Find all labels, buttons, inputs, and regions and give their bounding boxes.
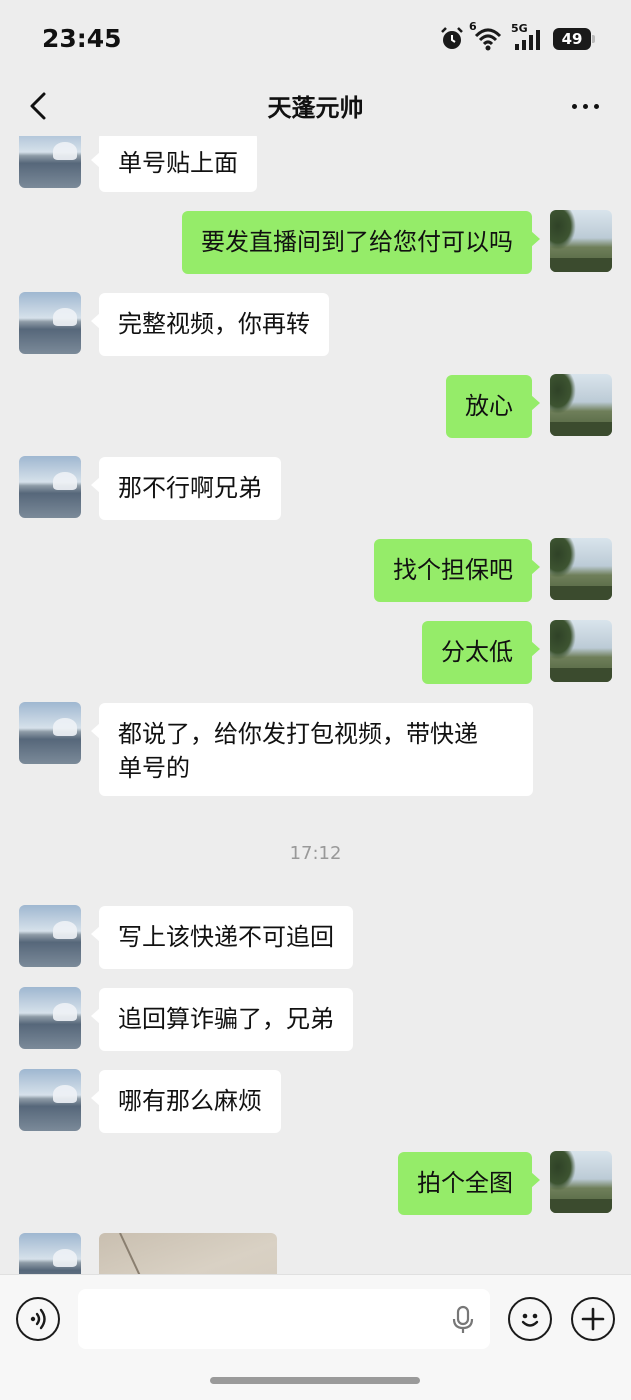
message-row: 分太低 xyxy=(0,620,631,684)
user-avatar[interactable] xyxy=(550,374,612,436)
message-row: 写上该快递不可追回 xyxy=(0,905,631,969)
message-row: 拍个全图 xyxy=(0,1151,631,1215)
nav-bar: 天蓬元帅 xyxy=(0,76,631,136)
message-bubble[interactable]: 追回算诈骗了，兄弟 xyxy=(91,988,353,1051)
message-bubble[interactable]: 分太低 xyxy=(422,621,540,684)
contact-avatar[interactable] xyxy=(19,136,81,188)
message-bubble[interactable]: 单号贴上面 xyxy=(91,136,257,192)
emoji-button[interactable] xyxy=(508,1297,552,1341)
plus-icon xyxy=(581,1307,605,1331)
contact-avatar[interactable] xyxy=(19,987,81,1049)
status-bar: 23:45 6 5G 49 xyxy=(0,0,631,76)
message-bubble[interactable]: 哪有那么麻烦 xyxy=(91,1070,281,1133)
message-row: 哪有那么麻烦 xyxy=(0,1069,631,1133)
input-bar xyxy=(0,1274,631,1400)
user-avatar[interactable] xyxy=(550,620,612,682)
message-bubble[interactable]: 放心 xyxy=(446,375,540,438)
wifi-label: 6 xyxy=(469,20,477,33)
message-row: 单号贴上面 xyxy=(0,136,631,196)
contact-avatar[interactable] xyxy=(19,456,81,518)
more-dots-icon xyxy=(571,103,577,109)
timestamp: 17:12 xyxy=(289,843,342,864)
alarm-icon xyxy=(441,27,463,49)
battery-icon: 49 xyxy=(553,28,595,50)
microphone-icon[interactable] xyxy=(450,1305,476,1335)
contact-avatar[interactable] xyxy=(19,1069,81,1131)
message-row: 完整视频，你再转 xyxy=(0,292,631,356)
message-bubble[interactable]: 拍个全图 xyxy=(398,1152,540,1215)
message-row: 都说了，给你发打包视频，带快递 单号的 xyxy=(0,702,631,798)
user-avatar[interactable] xyxy=(550,1151,612,1213)
contact-avatar[interactable] xyxy=(19,905,81,967)
message-row: 放心 xyxy=(0,374,631,438)
message-input[interactable] xyxy=(78,1289,490,1349)
contact-avatar[interactable] xyxy=(19,292,81,354)
message-bubble[interactable]: 找个担保吧 xyxy=(374,539,540,602)
plus-button[interactable] xyxy=(571,1297,615,1341)
home-indicator[interactable] xyxy=(210,1377,420,1384)
voice-icon xyxy=(30,1308,46,1330)
chat-title: 天蓬元帅 xyxy=(267,94,364,122)
battery-level: 49 xyxy=(561,30,583,48)
message-bubble[interactable]: 完整视频，你再转 xyxy=(91,293,329,356)
voice-button[interactable] xyxy=(16,1297,60,1341)
signal-icon: 5G xyxy=(511,22,545,52)
status-time: 23:45 xyxy=(42,24,122,53)
message-row: 要发直播间到了给您付可以吗 xyxy=(0,210,631,274)
chat-area[interactable]: 单号贴上面 要发直播间到了给您付可以吗 完整视频，你再转 放心 那不行啊兄弟 找… xyxy=(0,136,631,1274)
message-bubble[interactable]: 要发直播间到了给您付可以吗 xyxy=(182,211,540,274)
message-row: 那不行啊兄弟 xyxy=(0,456,631,520)
user-avatar[interactable] xyxy=(550,538,612,600)
status-icons: 6 5G 49 xyxy=(439,20,595,54)
message-row xyxy=(0,1233,631,1274)
message-line: 单号的 xyxy=(118,754,190,782)
emoji-icon xyxy=(521,1313,539,1327)
contact-avatar[interactable] xyxy=(19,702,81,764)
message-bubble[interactable]: 那不行啊兄弟 xyxy=(91,457,281,520)
more-button[interactable] xyxy=(561,86,609,126)
message-line: 都说了，给你发打包视频，带快递 xyxy=(118,720,478,748)
user-avatar[interactable] xyxy=(550,210,612,272)
image-message[interactable] xyxy=(99,1233,277,1274)
message-bubble[interactable]: 写上该快递不可追回 xyxy=(91,906,353,969)
message-row: 追回算诈骗了，兄弟 xyxy=(0,987,631,1051)
wifi-icon: 6 xyxy=(469,20,503,52)
contact-avatar[interactable] xyxy=(19,1233,81,1274)
message-bubble[interactable]: 都说了，给你发打包视频，带快递 单号的 xyxy=(91,703,533,796)
message-row: 找个担保吧 xyxy=(0,538,631,602)
